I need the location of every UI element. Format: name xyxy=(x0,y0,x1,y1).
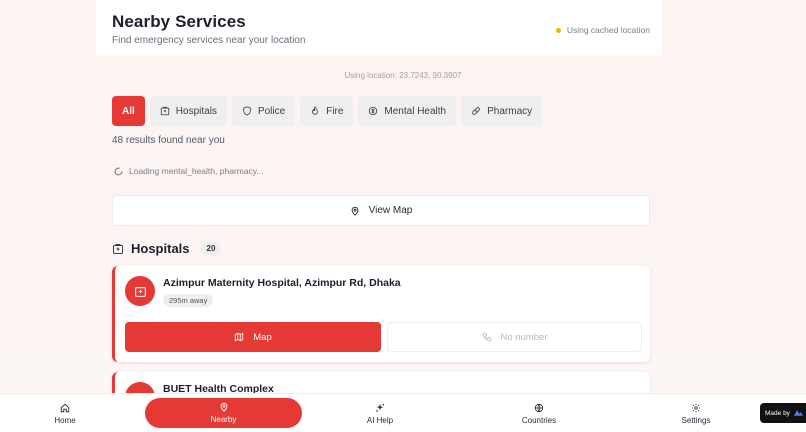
brain-icon xyxy=(369,106,378,116)
home-icon xyxy=(60,403,70,412)
bottom-nav: Home AI Help Countries Settings xyxy=(0,393,806,432)
made-by-badge[interactable]: Made by xyxy=(760,403,806,423)
gear-icon xyxy=(691,403,701,412)
phone-icon xyxy=(482,332,491,342)
flame-icon xyxy=(312,106,319,115)
hospital-icon xyxy=(113,243,123,254)
nav-countries[interactable]: Countries xyxy=(504,394,574,432)
location-status: Using cached location xyxy=(555,25,650,35)
status-dot-icon xyxy=(555,27,561,33)
nav-settings-label: Settings xyxy=(681,415,711,425)
nav-nearby[interactable]: Nearby xyxy=(145,398,302,428)
made-by-label: Made by xyxy=(765,409,790,417)
filter-police-label: Police xyxy=(257,105,286,117)
filter-pharmacy-label: Pharmacy xyxy=(487,105,533,117)
hospital-avatar xyxy=(125,276,155,306)
filter-all[interactable]: All xyxy=(112,96,145,126)
distance-badge: 295m away xyxy=(163,294,214,307)
results-count: 48 results found near you xyxy=(112,135,225,146)
phone-label: No number xyxy=(500,331,548,343)
nav-ai-help-label: AI Help xyxy=(366,415,394,425)
filter-police[interactable]: Police xyxy=(231,96,296,126)
sparkles-icon xyxy=(376,403,385,412)
view-map-button[interactable]: View Map xyxy=(112,195,650,226)
nav-home-label: Home xyxy=(54,415,76,425)
section-header-hospitals: Hospitals 20 xyxy=(112,241,222,256)
filter-pharmacy[interactable]: Pharmacy xyxy=(461,96,543,126)
service-name: Azimpur Maternity Hospital, Azimpur Rd, … xyxy=(163,277,401,289)
loading-text: Loading mental_health, pharmacy... xyxy=(129,166,264,176)
view-map-label: View Map xyxy=(368,205,413,216)
call-button-disabled: No number xyxy=(387,322,642,352)
hospital-icon xyxy=(160,106,169,116)
filter-bar: All Hospitals Police Fire Mental Health … xyxy=(112,96,543,126)
filter-fire-label: Fire xyxy=(326,105,344,117)
section-title: Hospitals xyxy=(131,241,190,256)
location-status-label: Using cached location xyxy=(566,25,650,35)
service-card[interactable]: Azimpur Maternity Hospital, Azimpur Rd, … xyxy=(112,266,650,362)
filter-fire[interactable]: Fire xyxy=(300,96,354,126)
page-header: Nearby Services Find emergency services … xyxy=(96,0,662,56)
filter-mental-health[interactable]: Mental Health xyxy=(358,96,457,126)
hospital-icon xyxy=(134,286,146,297)
map-pin-icon xyxy=(351,206,359,216)
nav-settings[interactable]: Settings xyxy=(661,394,731,432)
loading-status: Loading mental_health, pharmacy... xyxy=(114,166,264,176)
location-coordinates: Using location: 23.7243, 90.3907 xyxy=(344,71,462,80)
map-pin-icon xyxy=(220,402,227,412)
page-title: Nearby Services xyxy=(112,12,246,31)
spinner-icon xyxy=(114,167,123,175)
pill-icon xyxy=(472,107,480,115)
section-count-badge: 20 xyxy=(200,242,222,255)
card-map-label: Map xyxy=(253,331,272,343)
filter-hospitals-label: Hospitals xyxy=(175,105,217,117)
card-map-button[interactable]: Map xyxy=(125,322,381,352)
nav-nearby-label: Nearby xyxy=(210,415,237,424)
filter-hospitals[interactable]: Hospitals xyxy=(149,96,227,126)
filter-mental-health-label: Mental Health xyxy=(384,105,447,117)
logo-icon xyxy=(793,410,804,416)
nav-countries-label: Countries xyxy=(521,415,557,425)
page-subtitle: Find emergency services near your locati… xyxy=(112,35,306,46)
nav-ai-help[interactable]: AI Help xyxy=(345,394,415,432)
map-icon xyxy=(235,332,244,342)
globe-icon xyxy=(534,403,544,412)
shield-icon xyxy=(243,106,251,116)
nav-home[interactable]: Home xyxy=(30,394,100,432)
filter-all-label: All xyxy=(122,105,135,117)
